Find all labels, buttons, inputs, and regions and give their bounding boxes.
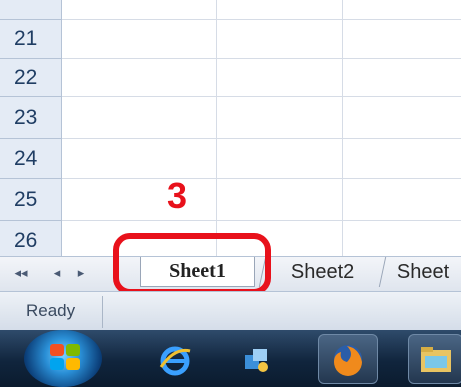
- row-cells-25[interactable]: [62, 179, 461, 221]
- next-sheet-nav-icon[interactable]: ▸: [74, 265, 88, 281]
- status-text: Ready: [26, 301, 76, 320]
- first-sheet-nav-icon[interactable]: ◂◂: [14, 265, 28, 281]
- sheet-tab-2-label: Sheet2: [290, 260, 355, 283]
- windows-flag-blue: [50, 358, 64, 370]
- sheet-tab-3[interactable]: Sheet: [378, 257, 461, 287]
- row-cells[interactable]: [62, 0, 461, 20]
- start-orb-icon[interactable]: [24, 330, 102, 387]
- row-header[interactable]: [0, 0, 62, 20]
- step-number-annotation: 3: [167, 175, 188, 216]
- row-header-24[interactable]: 24: [0, 139, 62, 179]
- prev-sheet-nav-icon[interactable]: ◂: [50, 265, 64, 281]
- row-header-22[interactable]: 22: [0, 59, 62, 97]
- row-cells-23[interactable]: [62, 97, 461, 139]
- row-cells-22[interactable]: [62, 59, 461, 97]
- internet-explorer-icon[interactable]: [155, 340, 195, 380]
- row-cells-21[interactable]: [62, 20, 461, 59]
- spreadsheet-grid[interactable]: 21 22 23 24 25 26: [0, 0, 461, 256]
- highlight-ring: [113, 233, 271, 295]
- windows-flag-red: [50, 344, 64, 356]
- firefox-icon[interactable]: [318, 334, 378, 384]
- sheet-tab-2[interactable]: Sheet2: [258, 257, 386, 287]
- windows-flag-yellow: [66, 358, 80, 370]
- row-header-23[interactable]: 23: [0, 97, 62, 139]
- sheet-tab-3-label: Sheet: [397, 260, 450, 283]
- windows-explorer-icon[interactable]: [408, 334, 461, 384]
- row-cells-24[interactable]: [62, 139, 461, 179]
- row-header-21[interactable]: 21: [0, 20, 62, 59]
- status-divider: [102, 296, 103, 328]
- row-header-25[interactable]: 25: [0, 179, 62, 221]
- status-bar: Ready: [0, 291, 461, 330]
- row-header-26[interactable]: 26: [0, 221, 62, 256]
- network-icon[interactable]: [236, 340, 276, 380]
- windows-flag-green: [66, 344, 80, 356]
